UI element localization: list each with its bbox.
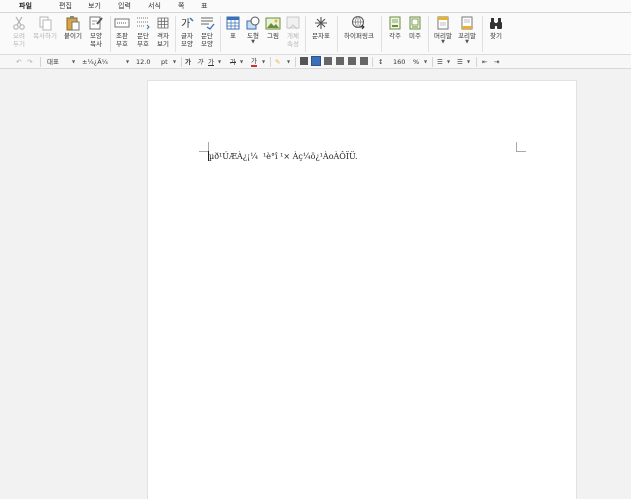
ribbon-separator xyxy=(428,16,429,52)
binoculars-icon xyxy=(488,15,504,31)
chevron-down-icon[interactable]: ▼ xyxy=(467,57,470,67)
footnote-icon xyxy=(387,15,403,31)
menu-file[interactable]: 파일 xyxy=(17,1,34,12)
header-button[interactable]: 머리말 ▼ xyxy=(431,15,455,55)
format-toolbar: ↶ ↷ 대표 ▼ ±¼¿Ã¼ ▼ 12.0 pt ▼ 가 가 가 ▼ 가 ▼ 가… xyxy=(0,55,631,69)
format-separator xyxy=(295,57,296,67)
chevron-down-icon[interactable]: ▼ xyxy=(240,57,243,67)
markup-icon xyxy=(114,15,130,31)
copy-icon xyxy=(37,15,53,31)
underline-button[interactable]: 가 xyxy=(208,57,214,67)
symbol-button[interactable]: 문자표 xyxy=(308,15,334,55)
ribbon-separator xyxy=(337,16,338,52)
bold-button[interactable]: 가 xyxy=(185,57,191,67)
char-shape-icon: 가 xyxy=(179,15,195,31)
format-separator xyxy=(432,57,433,67)
indent-icon[interactable]: ⇥ xyxy=(494,57,499,67)
document-text[interactable]: µð¹ÚÆÀ¿¡¼ ¹è°î ¹× Àç¼ö¿¹ÀoÀÔÏÜ. xyxy=(209,152,358,161)
endnote-icon xyxy=(407,15,423,31)
line-spacing-icon[interactable]: ↕ xyxy=(378,57,383,67)
chevron-down-icon: ▼ xyxy=(441,39,445,45)
para-shape-icon xyxy=(199,15,215,31)
line-spacing-input[interactable]: 160 xyxy=(393,57,405,67)
menu-edit[interactable]: 편집 xyxy=(57,1,74,12)
object-properties-icon xyxy=(285,15,301,31)
document-page[interactable]: µð¹ÚÆÀ¿¡¼ ¹è°î ¹× Àç¼ö¿¹ÀoÀÔÏÜ. xyxy=(147,80,577,499)
redo-icon[interactable]: ↷ xyxy=(27,57,32,67)
globe-link-icon xyxy=(351,15,367,31)
footer-icon xyxy=(459,15,475,31)
clipboard-icon xyxy=(65,15,81,31)
picture-icon xyxy=(265,15,281,31)
margin-corner-top-right xyxy=(516,142,526,152)
svg-text:가: 가 xyxy=(181,18,190,30)
para-shape-button[interactable]: 문단 모양 xyxy=(195,15,219,55)
ribbon-separator xyxy=(482,16,483,52)
shape-icon xyxy=(245,15,261,31)
chevron-down-icon[interactable]: ▼ xyxy=(173,57,176,67)
outdent-icon[interactable]: ⇤ xyxy=(482,57,487,67)
font-select[interactable]: ±¼¿Ã¼ xyxy=(82,57,108,67)
format-separator xyxy=(40,57,41,67)
paragraph-mark-icon xyxy=(135,15,151,31)
align-distribute-icon[interactable] xyxy=(348,57,356,67)
align-left-icon[interactable] xyxy=(311,56,321,67)
endnote-button[interactable]: 미주 xyxy=(403,15,427,55)
menu-insert[interactable]: 입력 xyxy=(116,1,133,12)
footer-button[interactable]: 꼬리말 ▼ xyxy=(455,15,479,55)
align-divide-icon[interactable] xyxy=(360,57,368,67)
font-color-button[interactable]: 가 xyxy=(251,57,257,67)
scissors-icon xyxy=(11,15,27,31)
format-separator xyxy=(476,57,477,67)
chevron-down-icon[interactable]: ▼ xyxy=(287,57,290,67)
font-size-input[interactable]: 12.0 xyxy=(136,57,150,67)
menu-page[interactable]: 쪽 xyxy=(176,1,186,12)
menu-bar: 파일 편집 보기 입력 서식 쪽 표 xyxy=(0,0,631,13)
chevron-down-icon[interactable]: ▼ xyxy=(447,57,450,67)
align-justify-icon[interactable] xyxy=(300,57,308,67)
grid-view-button[interactable]: 격자 보기 xyxy=(151,15,175,55)
grid-icon xyxy=(155,15,171,31)
symbol-icon xyxy=(313,15,329,31)
find-button[interactable]: 찾기 xyxy=(484,15,508,55)
undo-icon[interactable]: ↶ xyxy=(16,57,21,67)
copy-button[interactable]: 복사하기 xyxy=(31,15,59,55)
menu-table[interactable]: 표 xyxy=(199,1,209,12)
menu-view[interactable]: 보기 xyxy=(86,1,103,12)
style-select[interactable]: 대표 xyxy=(47,57,59,67)
bullet-list-icon[interactable]: ☰ xyxy=(457,57,463,67)
format-separator xyxy=(181,57,182,67)
italic-button[interactable]: 가 xyxy=(197,57,203,67)
font-unit-select[interactable]: pt xyxy=(161,57,168,67)
format-brush-icon xyxy=(88,15,104,31)
chevron-down-icon: ▼ xyxy=(465,39,469,45)
chevron-down-icon[interactable]: ▼ xyxy=(72,57,75,67)
table-icon xyxy=(225,15,241,31)
align-center-icon[interactable] xyxy=(324,57,332,67)
ribbon-separator xyxy=(305,16,306,52)
header-icon xyxy=(435,15,451,31)
format-separator xyxy=(372,57,373,67)
hyperlink-button[interactable]: 하이퍼링크 xyxy=(340,15,378,55)
format-copy-button[interactable]: 모양 복사 xyxy=(84,15,108,55)
chevron-down-icon[interactable]: ▼ xyxy=(218,57,221,67)
align-right-icon[interactable] xyxy=(336,57,344,67)
line-spacing-unit[interactable]: % xyxy=(413,57,419,67)
cut-button[interactable]: 오려 두기 xyxy=(7,15,31,55)
numbered-list-icon[interactable]: ☰ xyxy=(437,57,443,67)
ribbon-toolbar: 오려 두기 복사하기 붙이기 모양 복사 조판 부호 문단 부호 격자 보기 가… xyxy=(0,13,631,55)
highlight-pen-icon[interactable]: ✎ xyxy=(275,57,280,67)
chevron-down-icon[interactable]: ▼ xyxy=(262,57,265,67)
format-separator xyxy=(270,57,271,67)
menu-format[interactable]: 서식 xyxy=(146,1,163,12)
ribbon-separator xyxy=(381,16,382,52)
chevron-down-icon[interactable]: ▼ xyxy=(126,57,129,67)
object-prop-button[interactable]: 개체 속성 xyxy=(281,15,305,55)
chevron-down-icon[interactable]: ▼ xyxy=(424,57,427,67)
strikethrough-button[interactable]: 가 xyxy=(230,57,236,67)
paste-button[interactable]: 붙이기 xyxy=(61,15,85,55)
